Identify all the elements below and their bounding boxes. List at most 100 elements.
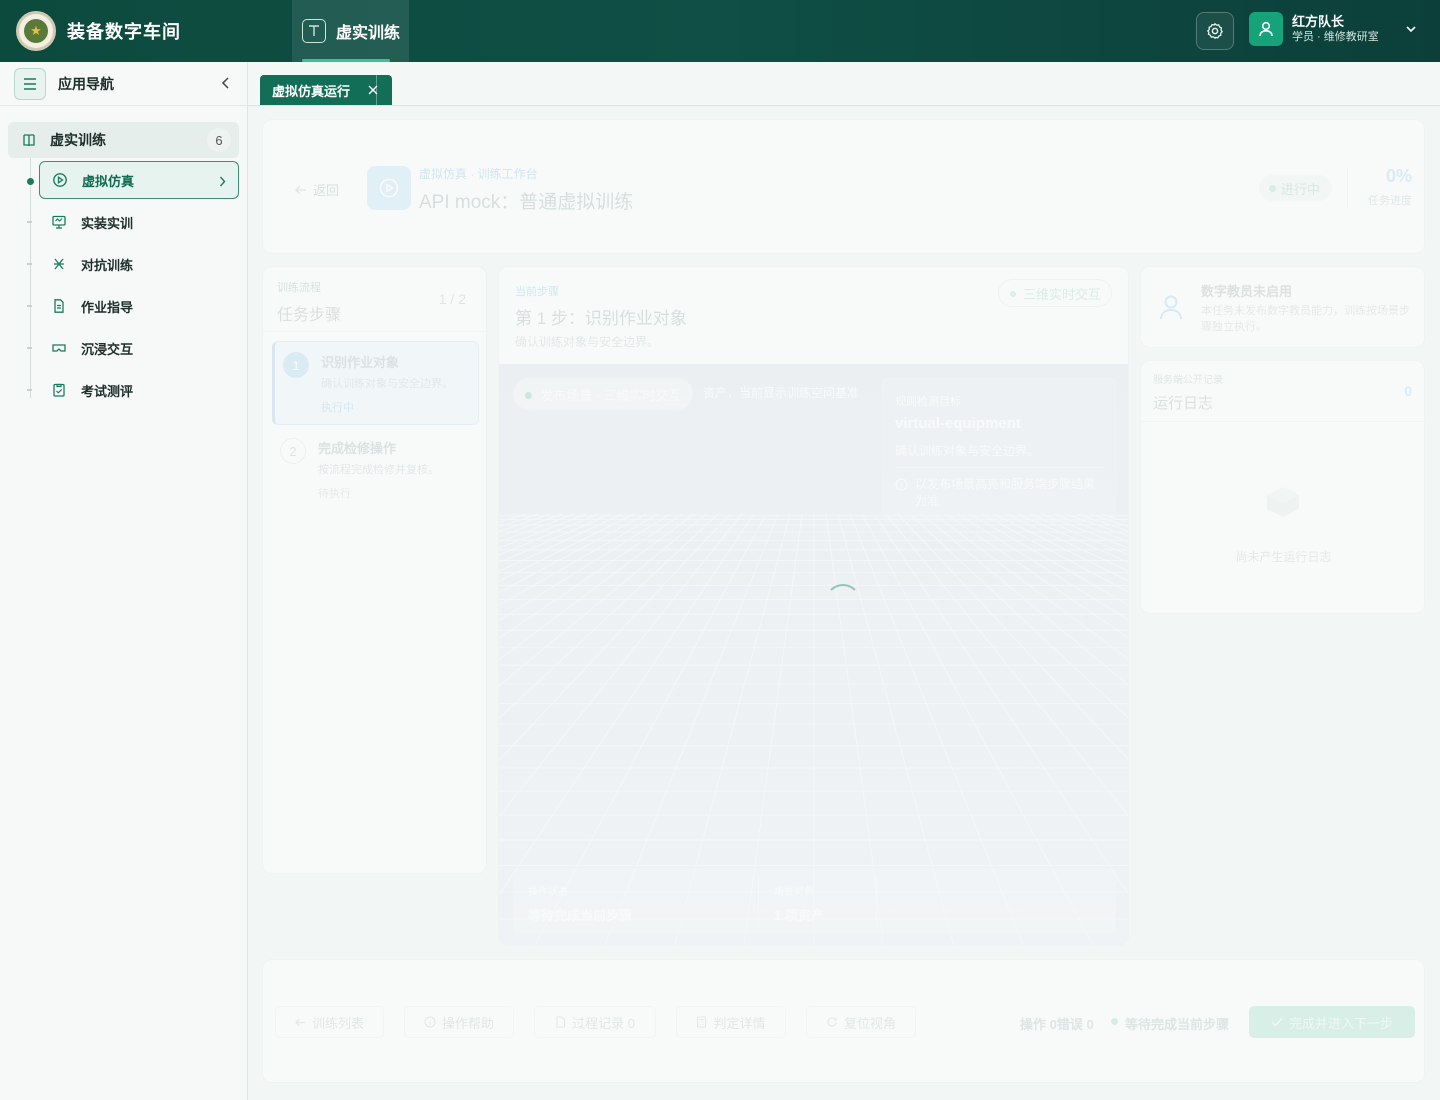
app-title: 装备数字车间 [67,22,181,42]
reset-view-button[interactable]: 复位视角 [806,1006,916,1038]
page-tab-virtual-run[interactable]: 虚拟仿真运行 [260,75,393,105]
info-key: 场景对象 [774,887,814,898]
file-icon [556,1016,566,1028]
check-icon [1271,1018,1283,1027]
user-icon [1259,21,1273,37]
sidebar-item-confrontation-training[interactable]: 对抗训练 [27,245,239,283]
judgement-detail-button[interactable]: 判定详情 [676,1006,786,1038]
sidebar-item-work-guidance[interactable]: 作业指导 [27,287,239,325]
gear-icon [1206,22,1224,40]
step-number: 1 [283,352,309,378]
progress-value: 0% [1385,166,1412,186]
sidebar: 应用导航 虚实训练 6 虚拟仿真 实装实训 对抗训练 作业指导 沉浸交互 考试测… [0,62,248,1100]
button-label: 过程记录 0 [572,1015,635,1031]
empty-box-icon [1267,487,1299,517]
log-count: 0 [1404,383,1412,399]
scene-info-bar: 操作状态 等待完成当前步骤 场景对象 1 项资产 [513,868,1116,934]
run-log-panel: 服务端公开记录 运行日志 0 尚未产生运行日志 [1140,360,1426,614]
refresh-icon [827,1017,837,1027]
target-desc: 确认训练对象与安全边界。 [895,444,1040,458]
target-note: 以发布场景高亮和服务端步骤结果为准 [915,477,1096,508]
step-status: 待执行 [318,488,351,500]
help-button[interactable]: 操作帮助 [404,1006,514,1038]
button-label: 完成并进入下一步 [1288,1015,1393,1031]
current-state: 等待完成当前步骤 [1109,1014,1229,1033]
operation-stats: 操作 0错误 0 [1020,1017,1094,1032]
stage-subtitle: 确认训练对象与安全边界。 [515,335,660,349]
simulation-stage: 当前步骤 第 1 步：识别作业对象 确认训练对象与安全边界。 三维实时交互 发布… [498,266,1129,946]
book-icon [23,134,35,147]
chevron-down-icon[interactable] [1404,22,1418,36]
settings-button[interactable] [1196,12,1234,50]
step-desc: 确认训练对象与安全边界。 [321,378,453,390]
sidebar-group-virtual-training[interactable]: 虚实训练 6 [8,122,239,158]
info-value: 1 项资产 [774,908,824,923]
step-item-1[interactable]: 1 识别作业对象 确认训练对象与安全边界。 执行中 [272,341,479,425]
collapse-sidebar-icon[interactable] [221,77,231,92]
sidebar-item-label: 虚拟仿真 [82,173,135,189]
logo-emblem: ★ [16,11,56,51]
back-label: 返回 [313,183,340,198]
flow-title: 任务步骤 [277,307,342,324]
step-status: 执行中 [321,402,354,414]
digital-instructor-card: 数字教员未启用 本任务未发布数字教员能力，训练按场景步骤独立执行。 [1140,266,1425,348]
task-header-card: 返回 虚拟仿真 · 训练工作台 API mock：普通虚拟训练 进行中 0% 任… [262,119,1425,254]
target-name: virtual-equipment [895,415,1021,432]
training-list-button[interactable]: 训练列表 [275,1006,384,1038]
progress-label: 任务进度 [1368,195,1412,207]
3d-viewport[interactable]: 发布场景 · 三维实时交互 资产，当前显示训练空间基准 规则检测目标 virtu… [499,364,1128,945]
process-record-button[interactable]: 过程记录 0 [534,1006,656,1038]
info-icon [424,1016,436,1028]
top-bar: ★ 装备数字车间 虚实训练 红方队长 学员 · 维修教研室 [0,0,1440,62]
sidebar-group-label: 虚实训练 [50,132,106,148]
task-steps-panel: 训练流程 任务步骤 1 / 2 1 识别作业对象 确认训练对象与安全边界。 执行… [262,266,488,874]
close-icon[interactable] [366,83,380,97]
sidebar-item-label: 实装实训 [81,215,134,231]
target-label: 规则检测目标 [895,396,961,408]
arrow-left-icon [295,1018,305,1026]
chevron-right-icon [219,175,226,190]
empty-state-text: 尚未产生运行日志 [1235,550,1332,564]
complete-next-step-button[interactable]: 完成并进入下一步 [1249,1006,1415,1038]
page-tabs: 虚拟仿真运行 [248,62,1440,106]
sidebar-group-count: 6 [207,128,231,152]
info-key: 操作状态 [528,887,568,898]
sidebar-item-label: 沉浸交互 [81,341,134,357]
scene-badge: 发布场景 · 三维实时交互 [513,378,693,410]
stage-title: 第 1 步：识别作业对象 [515,309,687,328]
sidebar-item-equipment-training[interactable]: 实装实训 [27,203,239,241]
brand[interactable]: ★ 装备数字车间 [0,0,290,62]
sidebar-item-immersive-interaction[interactable]: 沉浸交互 [27,329,239,367]
sidebar-item-label: 作业指导 [81,299,134,315]
button-label: 操作帮助 [441,1015,494,1031]
user-name: 红方队长 [1292,14,1345,29]
step-title: 完成检修操作 [318,441,397,456]
step-title: 识别作业对象 [321,355,400,370]
menu-toggle-button[interactable] [14,67,46,100]
document-icon [54,299,64,313]
top-nav-tab-label: 虚实训练 [336,25,401,42]
step-item-2[interactable]: 2 完成检修操作 按流程完成检修并复核。 待执行 [272,428,479,512]
action-bar: 训练列表 操作帮助 过程记录 0 判定详情 复位视角 操作 0错误 0 等待完成… [262,959,1425,1083]
sword-icon [54,258,64,270]
button-label: 训练列表 [311,1015,364,1031]
sidebar-item-virtual-simulation[interactable]: 虚拟仿真 [27,161,239,199]
user-menu[interactable]: 红方队长 学员 · 维修教研室 [1249,12,1379,46]
instructor-desc: 本任务未发布数字教员能力，训练按场景步骤独立执行。 [1201,305,1410,333]
top-nav-tab-virtual-training[interactable]: 虚实训练 [292,0,409,62]
avatar [1249,12,1283,46]
hamburger-icon [24,77,36,90]
step-desc: 按流程完成检修并复核。 [318,464,439,476]
sidebar-item-label: 对抗训练 [81,257,134,273]
star-icon: ★ [24,19,48,43]
operation-state: 操作状态 等待完成当前步骤 [514,869,646,933]
page-title: API mock：普通虚拟训练 [419,192,634,213]
sidebar-item-exam-evaluation[interactable]: 考试测评 [27,371,239,409]
button-label: 复位视角 [843,1015,896,1031]
user-role: 学员 · 维修教研室 [1292,31,1379,43]
log-title: 运行日志 [1153,395,1214,412]
mode-badge: 三维实时交互 [997,279,1112,307]
back-button[interactable]: 返回 [295,180,339,199]
button-label: 判定详情 [713,1015,766,1031]
log-top-label: 服务端公开记录 [1153,375,1223,386]
